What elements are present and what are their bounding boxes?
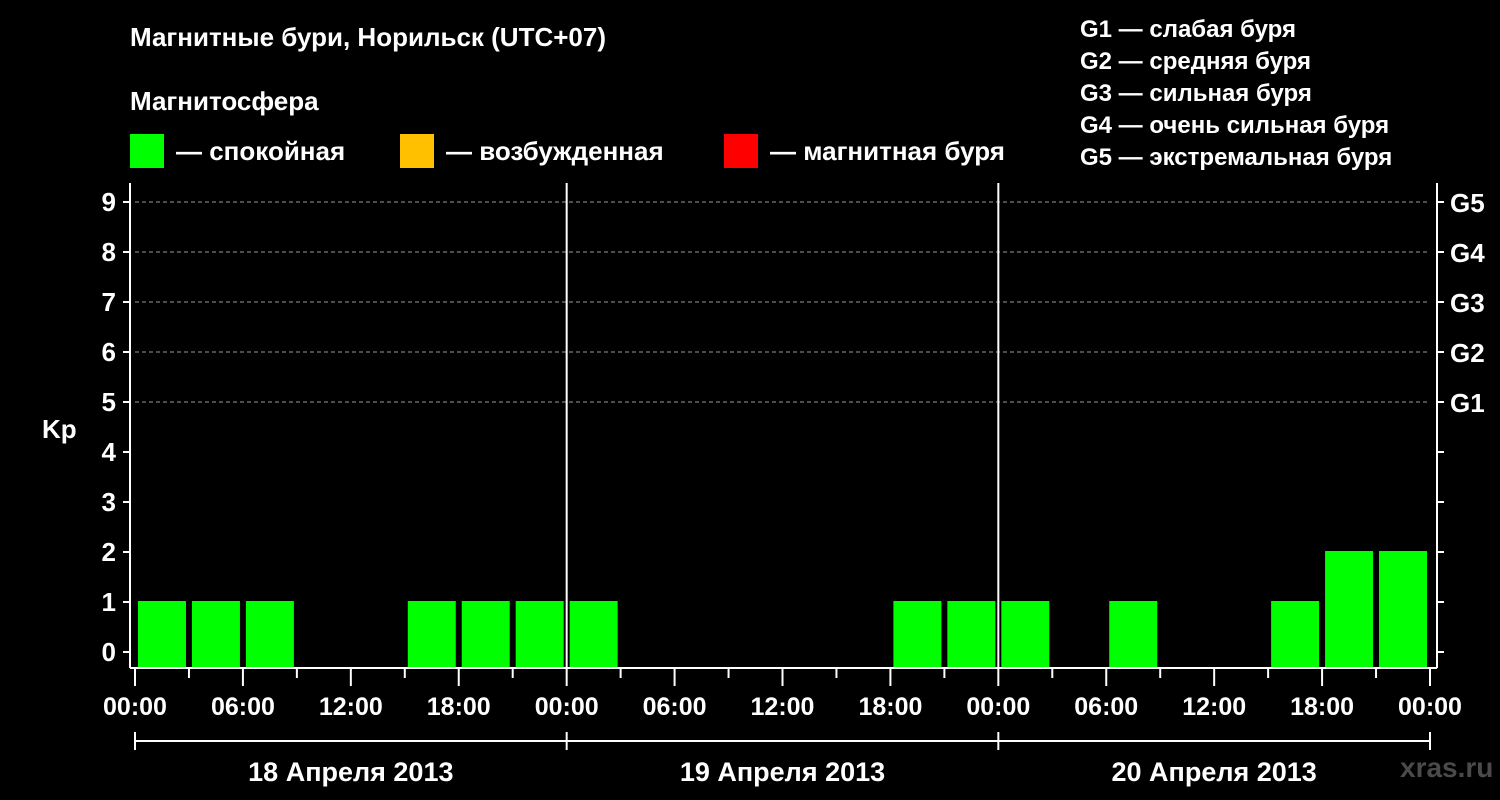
x-tick-label: 18:00	[858, 693, 922, 721]
kp-bar	[1271, 601, 1320, 668]
day-label: 19 Апреля 2013	[680, 757, 885, 787]
x-tick-label: 12:00	[751, 693, 815, 721]
y-tick-label: 1	[102, 587, 116, 617]
y-tick-label: 2	[102, 537, 116, 567]
y-tick-label: 0	[102, 637, 116, 667]
y-axis-label: Kp	[42, 414, 77, 444]
y-tick-label: 3	[102, 487, 116, 517]
day-label: 18 Апреля 2013	[248, 757, 453, 787]
kp-bar	[947, 601, 996, 668]
kp-bar	[407, 601, 456, 668]
x-tick-label: 00:00	[535, 693, 599, 721]
x-tick-label: 06:00	[211, 693, 275, 721]
x-tick-label: 18:00	[427, 693, 491, 721]
kp-bar	[893, 601, 942, 668]
y-tick-label: 4	[102, 437, 117, 467]
y-tick-label: 8	[102, 237, 116, 267]
kp-bar	[1379, 551, 1428, 668]
g-level-label: G5	[1450, 188, 1485, 218]
kp-bar	[245, 601, 294, 668]
g-level-label: G2	[1450, 338, 1485, 368]
x-tick-label: 06:00	[643, 693, 707, 721]
g-level-label: G1	[1450, 388, 1485, 418]
kp-bar	[461, 601, 510, 668]
x-tick-label: 00:00	[966, 693, 1030, 721]
day-label: 20 Апреля 2013	[1112, 757, 1317, 787]
kp-bar	[191, 601, 240, 668]
g-level-label: G4	[1450, 238, 1485, 268]
kp-bar	[1325, 551, 1374, 668]
y-tick-label: 5	[102, 387, 116, 417]
kp-bar	[515, 601, 564, 668]
y-tick-label: 9	[102, 187, 116, 217]
kp-bar	[1001, 601, 1050, 668]
x-tick-label: 00:00	[103, 693, 167, 721]
kp-bar	[1109, 601, 1158, 668]
x-tick-label: 00:00	[1398, 693, 1462, 721]
kp-bar	[569, 601, 618, 668]
kp-chart: 0 1 2 3 4 5 6 7 8 9 Kp G1 G2 G3 G4 G5 00:00 06:00 12:00 18:…	[42, 183, 1485, 787]
x-tick-label: 18:00	[1290, 693, 1354, 721]
x-tick-label: 06:00	[1074, 693, 1138, 721]
kp-bar	[137, 601, 186, 668]
g-level-label: G3	[1450, 288, 1485, 318]
x-tick-label: 12:00	[1182, 693, 1246, 721]
y-tick-label: 7	[102, 287, 116, 317]
x-tick-label: 12:00	[319, 693, 383, 721]
watermark: xras.ru	[1400, 752, 1494, 783]
y-tick-label: 6	[102, 337, 116, 367]
